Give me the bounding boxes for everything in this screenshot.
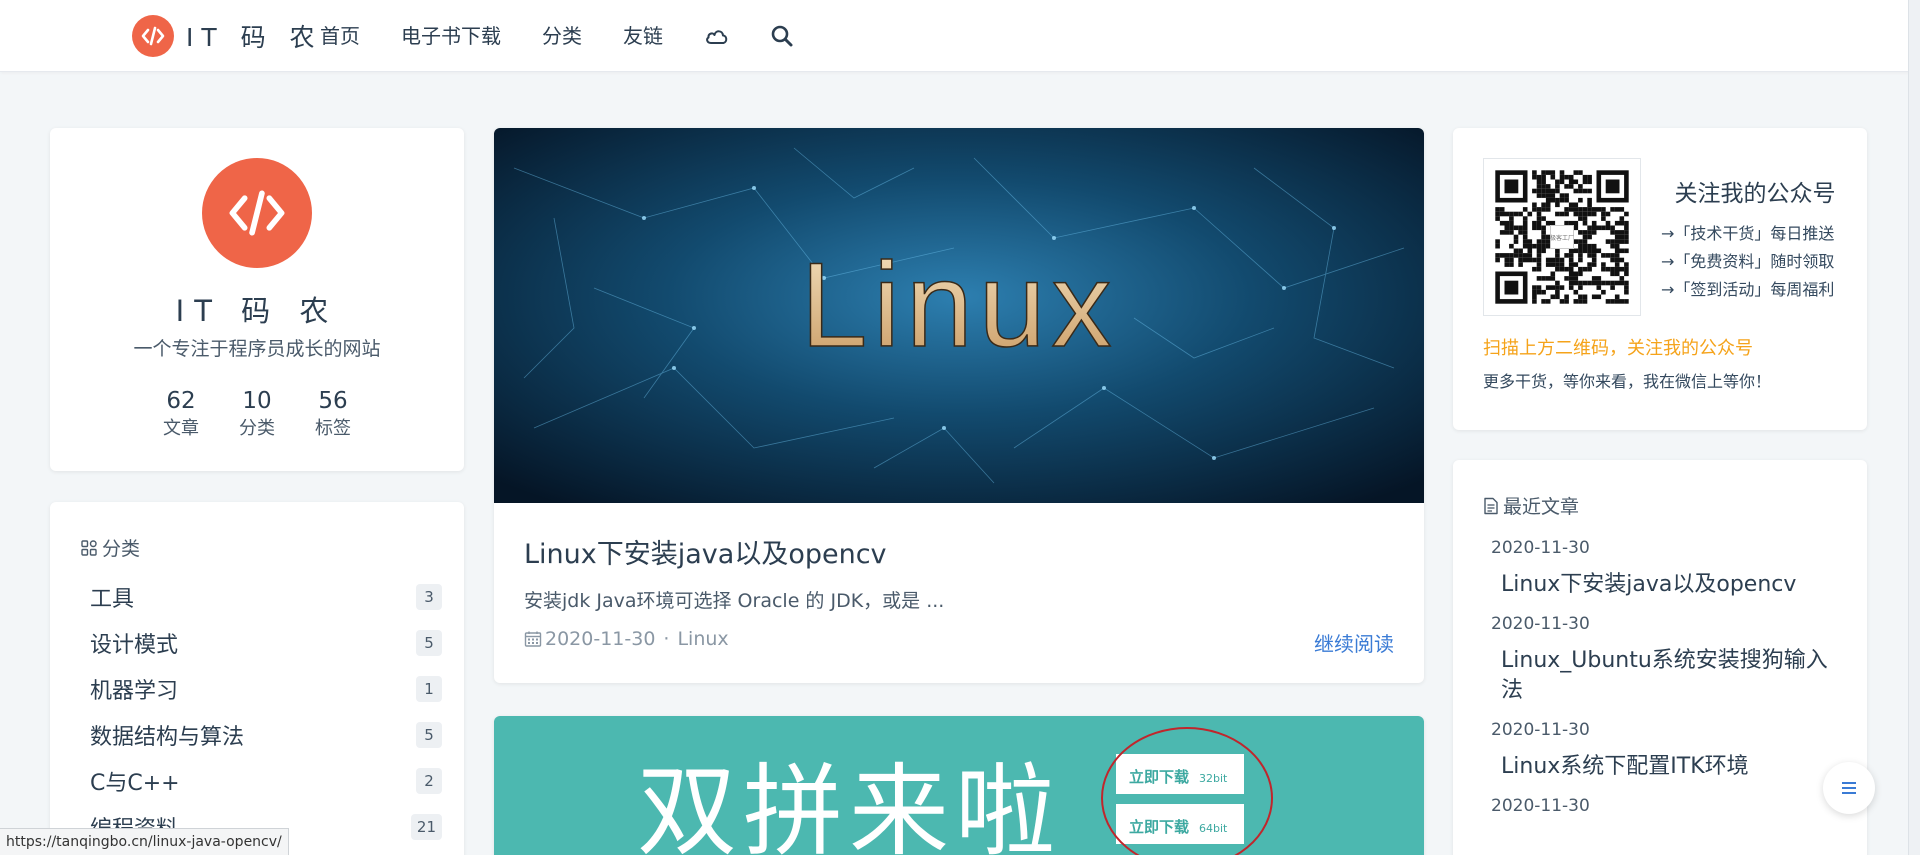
wechat-card: 极客工厂 关注我的公众号 →「技术干货」每日推送 →「免费资料」随时领取 →「签… bbox=[1453, 128, 1867, 430]
category-count-badge: 21 bbox=[410, 814, 442, 840]
site-brand[interactable]: IT 码 农 bbox=[132, 14, 323, 58]
stat-label: 分类 bbox=[239, 418, 275, 439]
calendar-icon bbox=[524, 630, 542, 648]
post-card-2: 双拼来啦 立即下载 32bit 立即下载 64bit bbox=[494, 716, 1424, 855]
post-date: 2020-11-30 bbox=[545, 628, 656, 650]
nav-home[interactable]: 首页 bbox=[320, 22, 360, 50]
recent-posts-heading-label: 最近文章 bbox=[1503, 496, 1580, 518]
code-logo-icon bbox=[132, 15, 174, 57]
read-more-link[interactable]: 继续阅读 bbox=[1314, 628, 1394, 657]
stat-value: 62 bbox=[166, 388, 196, 414]
top-navbar: IT 码 农 首页 电子书下载 分类 友链 bbox=[0, 0, 1920, 72]
category-name: C与C++ bbox=[90, 771, 180, 796]
nav-ebook-download[interactable]: 电子书下载 bbox=[401, 22, 501, 50]
category-name: 设计模式 bbox=[90, 633, 179, 658]
post-meta: 2020-11-30 · Linux bbox=[524, 628, 729, 650]
wechat-subtext: 更多干货，等你来看，我在微信上等你！ bbox=[1483, 372, 1772, 391]
wechat-benefits: →「技术干货」每日推送 →「免费资料」随时领取 →「签到活动」每周福利 bbox=[1661, 220, 1834, 304]
benefit-line: →「技术干货」每日推送 bbox=[1661, 224, 1835, 243]
nav-categories[interactable]: 分类 bbox=[542, 22, 582, 50]
post-card: Linux Linux下安装java以及opencv 安装jdk Java环境可… bbox=[494, 128, 1424, 683]
stat-articles[interactable]: 62 文章 bbox=[143, 386, 219, 442]
download-32-label: 立即下载 bbox=[1129, 768, 1189, 786]
qr-center-label: 极客工厂 bbox=[1550, 234, 1574, 242]
categories-card: 分类 工具 3 设计模式 5 机器学习 1 数据结构与算法 5 C与C++ 2 … bbox=[50, 502, 464, 855]
benefit-line: →「签到活动」每周福利 bbox=[1661, 280, 1835, 299]
recent-post-title[interactable]: Linux系统下配置ITK环境 bbox=[1501, 752, 1847, 782]
profile-card: IT 码 农 一个专注于程序员成长的网站 62 文章 10 分类 56 标签 bbox=[50, 128, 464, 471]
category-item[interactable]: 设计模式 5 bbox=[90, 620, 442, 666]
profile-description: 一个专注于程序员成长的网站 bbox=[133, 338, 381, 360]
download-64-label: 立即下载 bbox=[1129, 818, 1189, 836]
categories-heading: 分类 bbox=[80, 534, 140, 561]
main-nav: 首页 电子书下载 分类 友链 bbox=[320, 22, 834, 50]
post-cover-image[interactable]: Linux bbox=[494, 128, 1424, 503]
recent-posts-list: 2020-11-30 Linux下安装java以及opencv 2020-11-… bbox=[1491, 536, 1847, 828]
toc-menu-button[interactable] bbox=[1823, 762, 1875, 814]
category-count-badge: 3 bbox=[416, 584, 442, 610]
post-category-link[interactable]: Linux bbox=[677, 628, 728, 650]
category-count-badge: 2 bbox=[416, 768, 442, 794]
category-count-badge: 5 bbox=[416, 630, 442, 656]
search-icon[interactable] bbox=[770, 22, 794, 50]
grid-icon bbox=[80, 539, 98, 557]
status-bar-url: https://tanqingbo.cn/linux-java-opencv/ bbox=[0, 828, 289, 855]
profile-name: IT 码 农 bbox=[175, 294, 339, 328]
category-item[interactable]: 数据结构与算法 5 bbox=[90, 712, 442, 758]
recent-post-title[interactable]: Linux_Ubuntu系统安装搜狗输入法 bbox=[1501, 646, 1847, 706]
recent-post-date: 2020-11-30 bbox=[1491, 538, 1590, 558]
benefit-line: →「免费资料」随时领取 bbox=[1661, 252, 1835, 271]
qr-code-image: 极客工厂 bbox=[1483, 158, 1641, 316]
banner-title-text: 双拼来啦 bbox=[637, 753, 1061, 855]
post-title[interactable]: Linux下安装java以及opencv bbox=[524, 532, 887, 571]
post-2-cover-image[interactable]: 双拼来啦 立即下载 32bit 立即下载 64bit bbox=[494, 716, 1424, 855]
category-name: 工具 bbox=[90, 587, 135, 612]
nav-friend-links[interactable]: 友链 bbox=[623, 22, 663, 50]
category-item[interactable]: 机器学习 1 bbox=[90, 666, 442, 712]
stat-value: 10 bbox=[242, 388, 272, 414]
category-item[interactable]: C与C++ 2 bbox=[90, 758, 442, 804]
cover-linux-text: Linux bbox=[801, 238, 1118, 372]
category-name: 数据结构与算法 bbox=[90, 725, 245, 750]
stat-tags[interactable]: 56 标签 bbox=[295, 386, 371, 442]
stat-categories[interactable]: 10 分类 bbox=[219, 386, 295, 442]
download-64-bit: 64bit bbox=[1199, 822, 1228, 835]
stat-label: 标签 bbox=[315, 418, 351, 439]
site-name: IT 码 农 bbox=[186, 23, 323, 52]
profile-stats: 62 文章 10 分类 56 标签 bbox=[50, 386, 464, 442]
page-scrollbar[interactable] bbox=[1908, 0, 1920, 855]
theme-cloud-icon[interactable] bbox=[704, 22, 730, 50]
category-item[interactable]: 工具 3 bbox=[90, 574, 442, 620]
post-excerpt: 安装jdk Java环境可选择 Oracle 的 JDK，或是 ... bbox=[524, 590, 945, 612]
category-list: 工具 3 设计模式 5 机器学习 1 数据结构与算法 5 C与C++ 2 编程资… bbox=[90, 574, 442, 855]
recent-post-date: 2020-11-30 bbox=[1491, 614, 1590, 634]
document-icon bbox=[1483, 497, 1499, 515]
category-count-badge: 1 bbox=[416, 676, 442, 702]
stat-value: 56 bbox=[318, 388, 348, 414]
avatar bbox=[202, 158, 312, 268]
recent-post-date: 2020-11-30 bbox=[1491, 720, 1590, 740]
recent-post-date: 2020-11-30 bbox=[1491, 796, 1590, 816]
category-count-badge: 5 bbox=[416, 722, 442, 748]
category-name: 机器学习 bbox=[90, 679, 179, 704]
wechat-title: 关注我的公众号 bbox=[1674, 181, 1836, 207]
download-32-bit: 32bit bbox=[1199, 772, 1228, 785]
stat-label: 文章 bbox=[163, 418, 199, 439]
wechat-promo: 扫描上方二维码，关注我的公众号 bbox=[1483, 338, 1753, 359]
recent-posts-card: 最近文章 2020-11-30 Linux下安装java以及opencv 202… bbox=[1453, 460, 1867, 855]
menu-list-icon bbox=[1839, 780, 1859, 796]
recent-posts-heading: 最近文章 bbox=[1483, 492, 1579, 519]
meta-separator: · bbox=[663, 628, 670, 650]
categories-heading-label: 分类 bbox=[102, 538, 141, 560]
recent-post-title[interactable]: Linux下安装java以及opencv bbox=[1501, 570, 1847, 600]
